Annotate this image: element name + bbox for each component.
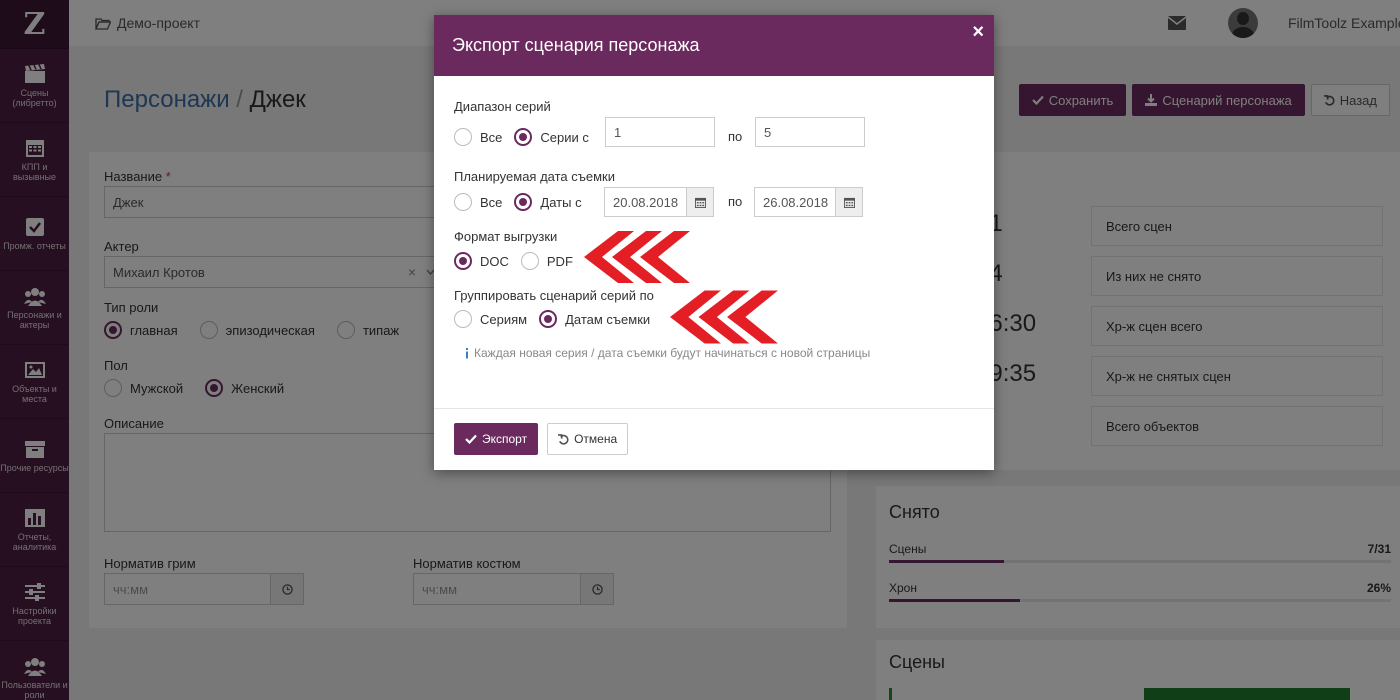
cancel-button[interactable]: Отмена [547, 423, 629, 455]
series-range-group: Все Серии с [454, 128, 601, 146]
dialog-footer-divider [434, 408, 994, 409]
date-range-option[interactable]: Даты с [514, 193, 582, 211]
series-from-value: 1 [614, 124, 622, 140]
info-icon [466, 347, 468, 358]
highlight-arrow-icon [670, 290, 778, 344]
page-break-note-text: Каждая новая серия / дата съемки будут н… [474, 346, 871, 360]
format-pdf-option[interactable]: PDF [520, 252, 573, 270]
group-by-group: Сериям Датам съемки [454, 310, 662, 328]
export-button-label: Экспорт [482, 432, 528, 446]
calendar-icon [694, 197, 706, 208]
cancel-button-label: Отмена [574, 432, 618, 446]
export-dialog: Экспорт сценария персонажа × Диапазон се… [434, 15, 994, 470]
check-icon [465, 434, 477, 444]
date-from-calendar-button[interactable] [686, 187, 714, 217]
range-all-label: Все [480, 129, 503, 145]
date-from-value: 20.08.2018 [613, 194, 679, 210]
format-pdf-radio[interactable] [520, 252, 539, 270]
dialog-actions: Экспорт Отмена [454, 423, 629, 455]
range-all-radio[interactable] [454, 128, 472, 146]
series-to-label: по [728, 129, 743, 144]
date-all-radio[interactable] [454, 193, 472, 211]
group-series-radio[interactable] [454, 310, 472, 328]
group-series-option[interactable]: Сериям [454, 310, 527, 328]
page-break-note: Каждая новая серия / дата съемки будут н… [464, 346, 870, 360]
series-from-input[interactable]: 1 [605, 117, 715, 147]
range-series-option[interactable]: Серии с [514, 128, 589, 146]
export-format-label: Формат выгрузки [454, 229, 558, 244]
format-doc-label: DOC [480, 253, 509, 269]
series-to-value: 5 [764, 124, 772, 140]
range-series-radio[interactable] [514, 128, 533, 146]
group-series-label: Сериям [480, 311, 528, 327]
format-doc-option[interactable]: DOC [454, 252, 509, 270]
date-from-input[interactable]: 20.08.2018 [604, 187, 687, 217]
group-by-label: Группировать сценарий серий по [454, 288, 654, 303]
date-to-input[interactable]: 26.08.2018 [754, 187, 837, 217]
date-all-option[interactable]: Все [454, 193, 502, 211]
export-format-group: DOC PDF [454, 252, 585, 270]
dialog-title: Экспорт сценария персонажа [452, 35, 700, 55]
calendar-icon [843, 197, 855, 208]
export-button[interactable]: Экспорт [454, 423, 539, 455]
range-all-option[interactable]: Все [454, 128, 502, 146]
format-doc-radio[interactable] [454, 252, 472, 270]
group-dates-label: Датам съемки [565, 311, 651, 327]
shoot-date-label: Планируемая дата съемки [454, 169, 616, 184]
format-pdf-label: PDF [546, 253, 573, 269]
shoot-date-group: Все Даты с [454, 193, 594, 211]
date-to-calendar-button[interactable] [835, 187, 863, 217]
highlight-arrow-icon [584, 231, 690, 283]
date-range-label: Даты с [540, 194, 582, 210]
dialog-header: Экспорт сценария персонажа × [434, 15, 994, 76]
range-series-label: Серии с [540, 129, 589, 145]
date-to-label: по [728, 194, 743, 209]
close-icon[interactable]: × [972, 21, 984, 44]
date-all-label: Все [480, 194, 503, 210]
undo-icon [558, 433, 569, 445]
date-range-radio[interactable] [514, 193, 533, 211]
date-to-value: 26.08.2018 [763, 194, 829, 210]
series-to-input[interactable]: 5 [755, 117, 865, 147]
series-range-label: Диапазон серий [454, 99, 551, 114]
group-dates-radio[interactable] [539, 310, 558, 328]
group-dates-option[interactable]: Датам съемки [539, 310, 650, 328]
